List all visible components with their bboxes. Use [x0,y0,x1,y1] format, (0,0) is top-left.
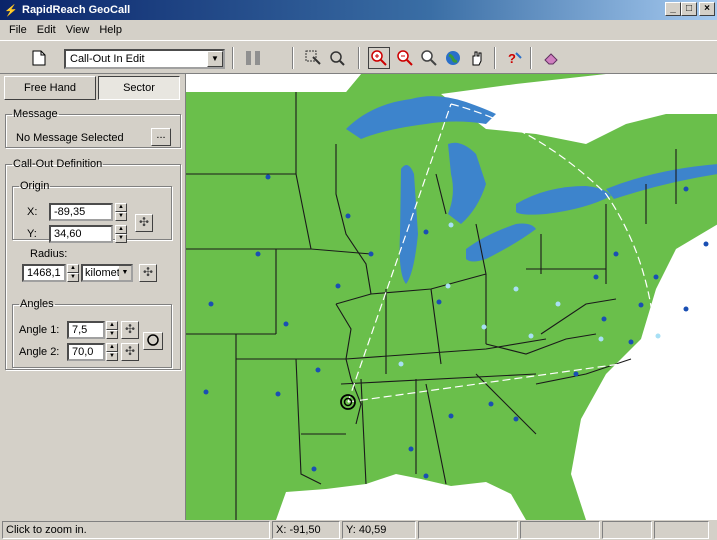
map-view[interactable] [185,74,717,520]
radius-field[interactable]: 1468,1 [22,264,66,282]
help-icon[interactable]: ? [504,47,526,69]
zoom-in-icon[interactable] [368,47,390,69]
status-bar: Click to zoom in. X: -91,50 Y: 40,59 [0,520,717,540]
app-window: ⚡ RapidReach GeoCall _ □ × File Edit Vie… [0,0,717,540]
query-icon[interactable] [326,47,348,69]
callout-legend: Call-Out Definition [13,158,103,170]
x-label: X: [27,206,38,218]
menu-view[interactable]: View [61,24,95,36]
angle1-field[interactable]: 7,5 [67,321,105,339]
svg-text:?: ? [508,51,516,66]
eraser-icon[interactable] [540,47,562,69]
menu-help[interactable]: Help [94,24,127,36]
x-stepper[interactable]: ▲ ▼ [115,203,127,221]
radius-pick-icon[interactable]: ✣ [139,264,157,282]
app-icon: ⚡ [4,4,18,17]
left-panel: Free Hand Sector Message No Message Sele… [0,74,185,520]
radius-stepper[interactable]: ▲ ▼ [67,264,79,282]
angles-legend: Angles [20,298,54,310]
message-value: No Message Selected [16,132,124,144]
status-panel-empty [520,521,600,539]
angles-group: Angles Angle 1: 7,5 ▲ ▼ ✣ Angle 2: 70,0 ▲… [12,298,172,368]
angle1-stepper[interactable]: ▲ ▼ [106,321,118,339]
angle2-label: Angle 2: [19,346,60,358]
title-bar[interactable]: ⚡ RapidReach GeoCall _ □ × [0,0,717,20]
close-button[interactable]: × [699,2,715,16]
callout-definition-group: Call-Out Definition Origin X: -89,35 ▲ ▼ … [5,158,181,370]
angle1-pick-icon[interactable]: ✣ [121,321,139,339]
pan-icon[interactable] [466,47,488,69]
y-label: Y: [27,228,37,240]
minimize-button[interactable]: _ [665,2,681,16]
status-panel-empty [418,521,518,539]
y-stepper[interactable]: ▲ ▼ [115,225,127,243]
origin-legend: Origin [20,180,50,192]
toolbar: Call-Out In Edit ▼ ? [0,40,717,74]
menu-edit[interactable]: Edit [32,24,61,36]
toolbar-separator [232,47,234,69]
window-title: RapidReach GeoCall [22,4,131,16]
tab-free-hand[interactable]: Free Hand [4,76,96,100]
mode-combo-value: Call-Out In Edit [70,53,145,65]
pause-icon[interactable] [242,47,264,69]
toolbar-separator [358,47,360,69]
angle2-pick-icon[interactable]: ✣ [121,343,139,361]
chevron-down-icon[interactable]: ▼ [207,51,223,67]
maximize-button[interactable]: □ [681,2,697,16]
chevron-down-icon[interactable]: ▼ [119,266,131,280]
tab-sector[interactable]: Sector [98,76,180,100]
origin-pick-icon[interactable]: ✣ [135,214,153,232]
toolbar-separator [292,47,294,69]
message-group: Message No Message Selected ... [5,108,181,148]
x-field[interactable]: -89,35 [49,203,113,221]
toolbar-separator [494,47,496,69]
map-canvas[interactable] [186,74,717,520]
zoom-out-icon[interactable] [394,47,416,69]
globe-icon[interactable] [442,47,464,69]
message-browse-button[interactable]: ... [151,128,171,146]
angle2-field[interactable]: 70,0 [67,343,105,361]
origin-group: Origin X: -89,35 ▲ ▼ Y: 34,60 ▲ ▼ ✣ [12,180,172,243]
new-icon[interactable] [28,47,50,69]
status-panel-empty [602,521,652,539]
angle2-stepper[interactable]: ▲ ▼ [106,343,118,361]
radius-unit-select[interactable]: kilomete ▼ [81,264,133,282]
status-y: Y: 40,59 [342,521,416,539]
menu-file[interactable]: File [4,24,32,36]
toolbar-separator [530,47,532,69]
zoom-extent-icon[interactable] [418,47,440,69]
menu-bar: File Edit View Help [0,20,717,39]
canada-area [186,74,361,92]
mode-combo[interactable]: Call-Out In Edit ▼ [64,49,225,69]
status-x: X: -91,50 [272,521,340,539]
radius-label: Radius: [30,248,68,260]
status-hint: Click to zoom in. [2,521,270,539]
angle1-label: Angle 1: [19,324,60,336]
status-panel-empty [654,521,709,539]
circle-icon[interactable] [143,332,163,350]
y-field[interactable]: 34,60 [49,225,113,243]
select-icon[interactable] [302,47,324,69]
message-legend: Message [13,108,58,120]
